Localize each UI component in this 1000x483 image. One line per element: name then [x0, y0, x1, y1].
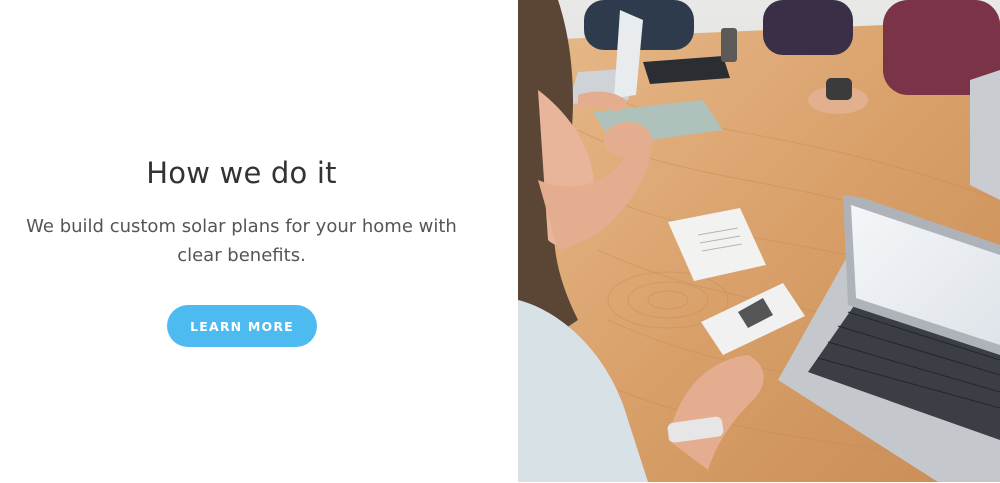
team-meeting-photo — [518, 0, 1000, 482]
learn-more-button[interactable]: LEARN MORE — [167, 305, 317, 347]
content-panel: How we do it We build custom solar plans… — [0, 0, 518, 483]
section-heading: How we do it — [146, 156, 337, 190]
description-line-1: We build custom solar plans for your hom… — [26, 216, 457, 237]
section-description: We build custom solar plans for your hom… — [0, 212, 483, 270]
description-line-2: clear benefits. — [177, 245, 306, 266]
